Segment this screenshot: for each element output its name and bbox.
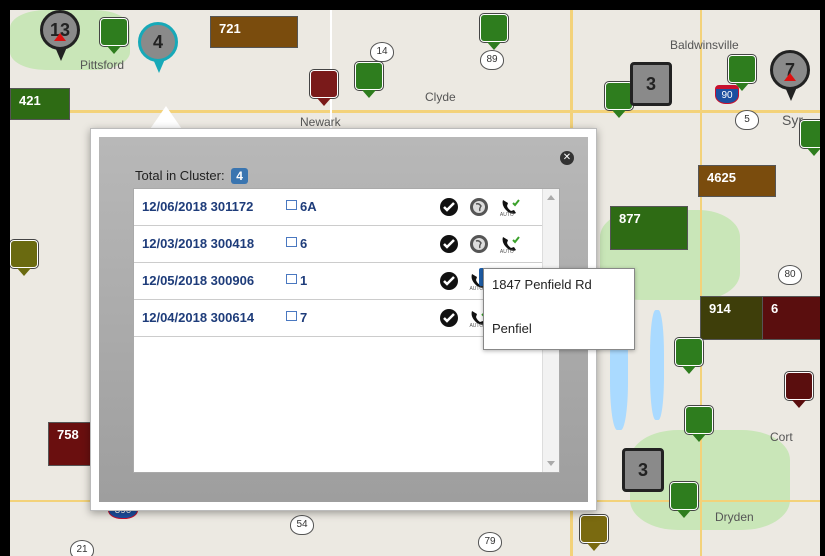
town-label: Clyde bbox=[425, 90, 456, 104]
close-icon[interactable]: ✕ bbox=[560, 151, 574, 165]
garage-marker[interactable] bbox=[675, 338, 703, 374]
route-shield: 89 bbox=[480, 50, 504, 70]
external-link-icon bbox=[286, 311, 297, 321]
list-item: 12/04/2018 300614 7 AUTO bbox=[134, 300, 542, 337]
list-item: 12/03/2018 300418 6 AUTO bbox=[134, 226, 542, 263]
garage-marker[interactable] bbox=[785, 372, 813, 408]
map-frame: Clyde Baldwinsville Newark Pittsford Dry… bbox=[0, 0, 825, 556]
map-canvas[interactable]: Clyde Baldwinsville Newark Pittsford Dry… bbox=[10, 10, 820, 556]
phone-auto-icon[interactable]: AUTO bbox=[500, 197, 520, 218]
count-tag[interactable]: 877 bbox=[610, 206, 688, 250]
cluster-marker[interactable]: 3 bbox=[630, 62, 672, 106]
garage-marker[interactable] bbox=[670, 482, 698, 518]
globe-icon[interactable] bbox=[469, 234, 489, 254]
cluster-marker[interactable]: 7 bbox=[770, 50, 810, 101]
check-icon[interactable] bbox=[439, 197, 459, 217]
unit-link[interactable]: 6A bbox=[286, 199, 317, 214]
record-link[interactable]: 12/06/2018 301172 bbox=[142, 199, 253, 214]
route-shield: 54 bbox=[290, 515, 314, 535]
tooltip-line: Penfiel bbox=[492, 321, 532, 336]
cluster-title: Total in Cluster: bbox=[135, 168, 225, 183]
garage-marker[interactable] bbox=[10, 240, 38, 276]
cluster-heading: Total in Cluster: 4 bbox=[135, 168, 248, 184]
scroll-down-icon[interactable] bbox=[547, 461, 555, 466]
check-icon[interactable] bbox=[439, 234, 459, 254]
town-label: Dryden bbox=[715, 510, 754, 524]
town-label: Cort bbox=[770, 430, 793, 444]
address-tooltip: 1847 Penfield Rd Penfiel bbox=[483, 268, 635, 350]
route-shield: 14 bbox=[370, 42, 394, 62]
route-shield: 21 bbox=[70, 540, 94, 556]
road bbox=[700, 10, 702, 556]
record-link[interactable]: 12/04/2018 300614 bbox=[142, 310, 254, 325]
scroll-up-icon[interactable] bbox=[547, 195, 555, 200]
external-link-icon bbox=[286, 237, 297, 247]
phone-auto-icon[interactable]: AUTO bbox=[500, 234, 520, 255]
unit-link[interactable]: 7 bbox=[286, 310, 307, 325]
cluster-marker-selected[interactable]: 4 bbox=[138, 22, 178, 73]
garage-marker[interactable] bbox=[580, 515, 608, 551]
town-label: Newark bbox=[300, 115, 341, 129]
record-link[interactable]: 12/03/2018 300418 bbox=[142, 236, 254, 251]
route-shield: 80 bbox=[778, 265, 802, 285]
count-badge: 4 bbox=[231, 168, 248, 184]
garage-marker[interactable] bbox=[605, 82, 633, 118]
town-label: Baldwinsville bbox=[670, 38, 739, 52]
count-tag[interactable]: 914 bbox=[700, 296, 768, 340]
garage-marker[interactable] bbox=[100, 18, 128, 54]
list-item: 12/06/2018 301172 6A AUTO bbox=[134, 189, 542, 226]
garage-marker[interactable] bbox=[728, 55, 756, 91]
count-tag[interactable]: 421 bbox=[10, 88, 70, 120]
record-link[interactable]: 12/05/2018 300906 bbox=[142, 273, 254, 288]
road bbox=[10, 110, 820, 113]
unit-link[interactable]: 1 bbox=[286, 273, 307, 288]
tooltip-line: 1847 Penfield Rd bbox=[492, 277, 592, 292]
lake bbox=[650, 310, 664, 420]
unit-link[interactable]: 6 bbox=[286, 236, 307, 251]
globe-icon[interactable] bbox=[469, 197, 489, 217]
garage-marker[interactable] bbox=[310, 70, 338, 106]
external-link-icon bbox=[286, 200, 297, 210]
garage-marker[interactable] bbox=[355, 62, 383, 98]
garage-marker[interactable] bbox=[685, 406, 713, 442]
route-shield: 79 bbox=[478, 532, 502, 552]
external-link-icon bbox=[286, 274, 297, 284]
count-tag[interactable]: 6 bbox=[762, 296, 820, 340]
check-icon[interactable] bbox=[439, 308, 459, 328]
town-label: Pittsford bbox=[80, 58, 125, 72]
route-shield: 5 bbox=[735, 110, 759, 130]
count-tag[interactable]: 721 bbox=[210, 16, 298, 48]
garage-marker[interactable] bbox=[480, 14, 508, 50]
cluster-marker[interactable]: 3 bbox=[622, 448, 664, 492]
check-icon[interactable] bbox=[439, 271, 459, 291]
garage-marker[interactable] bbox=[800, 120, 820, 156]
count-tag[interactable]: 4625 bbox=[698, 165, 776, 197]
cluster-marker[interactable]: 13 bbox=[40, 10, 80, 61]
